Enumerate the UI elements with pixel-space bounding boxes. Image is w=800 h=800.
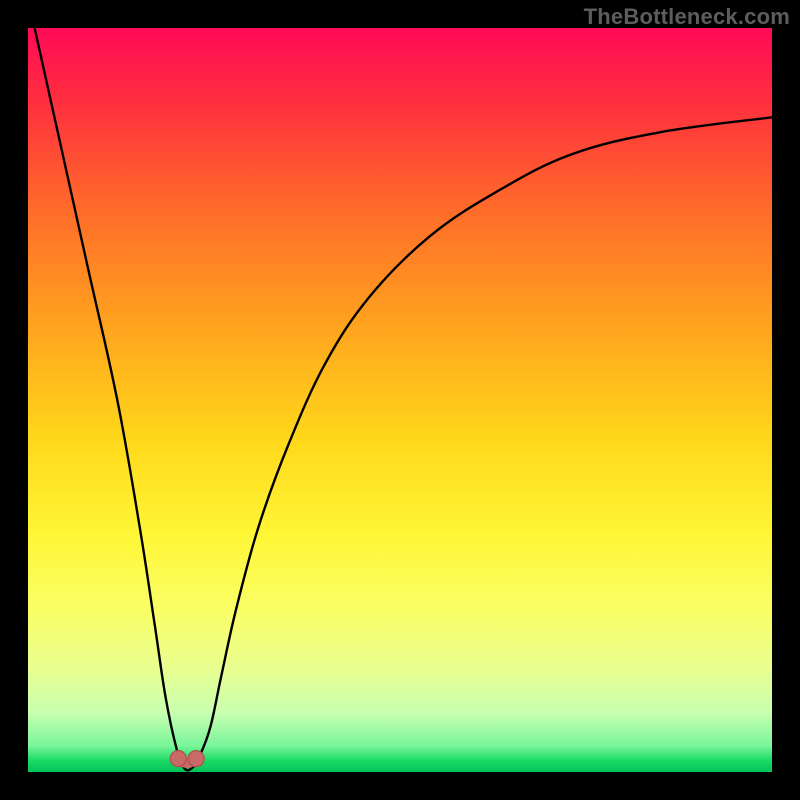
watermark-text: TheBottleneck.com (584, 4, 790, 30)
marker-dot-right (188, 751, 204, 767)
chart-frame: TheBottleneck.com (0, 0, 800, 800)
bottleneck-curve (28, 28, 772, 770)
chart-svg (28, 28, 772, 772)
marker-dot-left (170, 751, 186, 767)
plot-area (28, 28, 772, 772)
